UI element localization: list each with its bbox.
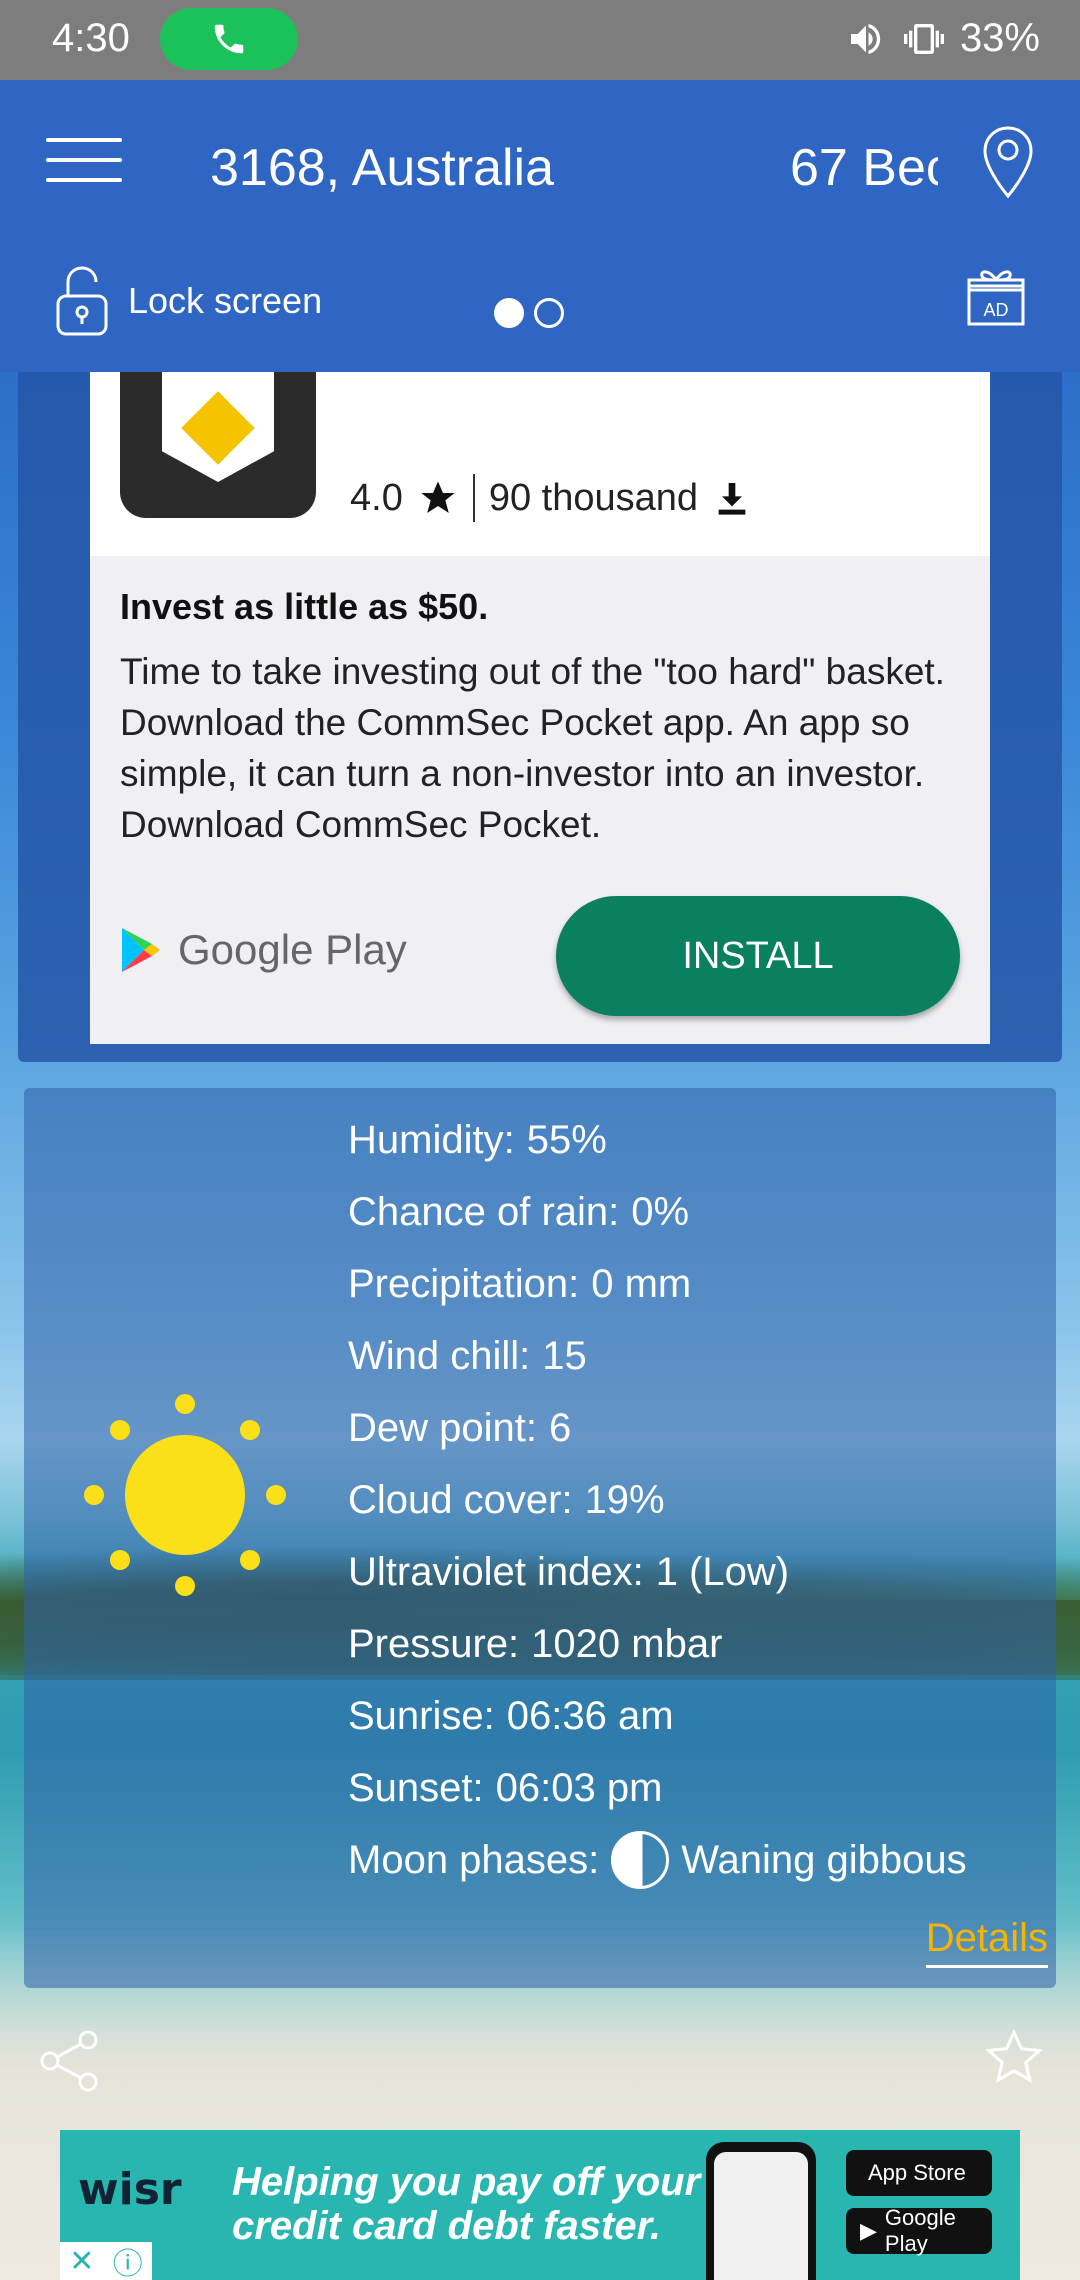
banner-phone-image xyxy=(706,2142,816,2280)
detail-row-dew-point: Dew point: 6 xyxy=(348,1392,967,1464)
sunny-weather-icon xyxy=(84,1394,286,1596)
google-play-badge: Google Play xyxy=(120,926,407,974)
details-link[interactable]: Details xyxy=(925,1916,1048,1968)
status-right-icons: 33% xyxy=(844,16,1040,61)
download-count: 90 thousand xyxy=(488,476,699,519)
detail-label: Pressure: xyxy=(348,1621,520,1666)
location-pin-icon[interactable] xyxy=(980,124,1036,202)
page-dot-active xyxy=(494,298,524,328)
detail-value: Waning gibbous xyxy=(681,1837,967,1882)
detail-label: Cloud cover: xyxy=(348,1477,573,1522)
gift-ad-icon[interactable]: AD xyxy=(966,266,1026,328)
detail-label: Moon phases: xyxy=(348,1837,600,1882)
location-label[interactable]: 3168, Australia xyxy=(210,138,570,198)
google-play-logo-icon xyxy=(122,928,160,972)
share-icon[interactable] xyxy=(36,2028,102,2094)
page-dot xyxy=(534,298,564,328)
app-store-label: App Store xyxy=(868,2160,966,2185)
detail-label: Ultraviolet index: xyxy=(348,1549,644,1594)
detail-row-moon-phase: Moon phases: Waning gibbous xyxy=(348,1824,967,1896)
lock-screen-label: Lock screen xyxy=(128,280,323,321)
detail-value: 55% xyxy=(526,1117,607,1162)
detail-row-sunset: Sunset: 06:03 pm xyxy=(348,1752,967,1824)
weather-detail-list: Humidity: 55% Chance of rain: 0% Precipita… xyxy=(348,1104,967,1896)
detail-row-wind-chill: Wind chill: 15 xyxy=(348,1320,967,1392)
detail-label: Dew point: xyxy=(348,1405,537,1450)
status-time: 4:30 xyxy=(52,16,130,60)
app-rating-row: 4.0 90 thousand xyxy=(350,474,752,522)
app-icon[interactable] xyxy=(120,372,316,518)
rating-separator xyxy=(472,474,475,522)
banner-tagline: Helping you pay off your credit card deb… xyxy=(232,2160,700,2248)
detail-value: 06:03 pm xyxy=(495,1765,663,1810)
detail-row-humidity: Humidity: 55% xyxy=(348,1104,967,1176)
banner-brand-logo: wisr xyxy=(78,2164,182,2215)
ad-description: Time to take investing out of the "too h… xyxy=(120,651,945,845)
detail-row-cloud-cover: Cloud cover: 19% xyxy=(348,1464,967,1536)
detail-label: Wind chill: xyxy=(348,1333,531,1378)
banner-ad[interactable]: wisr Helping you pay off your credit car… xyxy=(60,2130,1020,2280)
play-icon: ▶ xyxy=(860,2218,877,2243)
volume-icon xyxy=(850,23,881,54)
install-button[interactable]: INSTALL xyxy=(556,896,960,1016)
app-store-badge[interactable]: App Store xyxy=(846,2150,992,2196)
google-play-label: Google Play xyxy=(178,926,407,973)
detail-row-pressure: Pressure: 1020 mbar xyxy=(348,1608,967,1680)
detail-label: Sunrise: xyxy=(348,1693,495,1738)
page-indicator xyxy=(494,298,564,328)
detail-value: 1020 mbar xyxy=(531,1621,723,1666)
detail-label: Humidity: xyxy=(348,1117,515,1162)
detail-row-sunrise: Sunrise: 06:36 am xyxy=(348,1680,967,1752)
detail-value: 15 xyxy=(542,1333,587,1378)
detail-value: 06:36 am xyxy=(506,1693,674,1738)
location-secondary-label[interactable]: 67 Bec xyxy=(790,138,938,198)
info-icon[interactable]: ⓘ xyxy=(113,2239,143,2280)
ongoing-call-chip[interactable] xyxy=(160,8,298,70)
banner-tagline-line2: credit card debt faster. xyxy=(232,2204,662,2248)
rating-value: 4.0 xyxy=(350,476,403,519)
detail-row-precipitation: Precipitation: 0 mm xyxy=(348,1248,967,1320)
unlock-icon xyxy=(56,266,108,336)
battery-percent: 33% xyxy=(959,16,1040,60)
google-play-store-badge[interactable]: ▶ Google Play xyxy=(846,2205,992,2256)
detail-value: 0% xyxy=(631,1189,690,1234)
download-icon xyxy=(718,483,746,515)
google-play-store-label: Google Play xyxy=(884,2205,956,2256)
banner-tagline-line1: Helping you pay off your xyxy=(232,2160,701,2204)
close-icon[interactable]: ✕ xyxy=(69,2244,94,2279)
detail-value: 1 (Low) xyxy=(655,1549,790,1594)
detail-label: Sunset: xyxy=(348,1765,484,1810)
hamburger-menu-icon[interactable] xyxy=(46,138,122,194)
detail-value: 0 mm xyxy=(591,1261,692,1306)
detail-value: 6 xyxy=(548,1405,572,1450)
detail-label: Chance of rain: xyxy=(348,1189,620,1234)
lock-screen-toggle[interactable]: Lock screen xyxy=(54,264,322,338)
ad-close-controls[interactable]: ✕ ⓘ xyxy=(60,2242,152,2280)
vibrate-icon xyxy=(903,23,944,54)
status-bar: 4:30 33% xyxy=(0,0,1080,80)
detail-label: Precipitation: xyxy=(348,1261,580,1306)
detail-row-uv-index: Ultraviolet index: 1 (Low) xyxy=(348,1536,967,1608)
star-filled-icon xyxy=(421,481,455,513)
phone-icon xyxy=(214,24,244,54)
app-header: 3168, Australia 67 Bec Lock screen AD xyxy=(0,80,1080,372)
favorite-star-icon[interactable] xyxy=(982,2026,1046,2088)
ad-badge-text: AD xyxy=(983,300,1008,320)
moon-phase-icon xyxy=(611,1831,670,1889)
detail-value: 19% xyxy=(584,1477,665,1522)
ad-body[interactable]: Invest as little as $50. Time to take in… xyxy=(90,556,990,1044)
detail-row-chance-of-rain: Chance of rain: 0% xyxy=(348,1176,967,1248)
ad-headline: Invest as little as $50. xyxy=(120,586,489,627)
